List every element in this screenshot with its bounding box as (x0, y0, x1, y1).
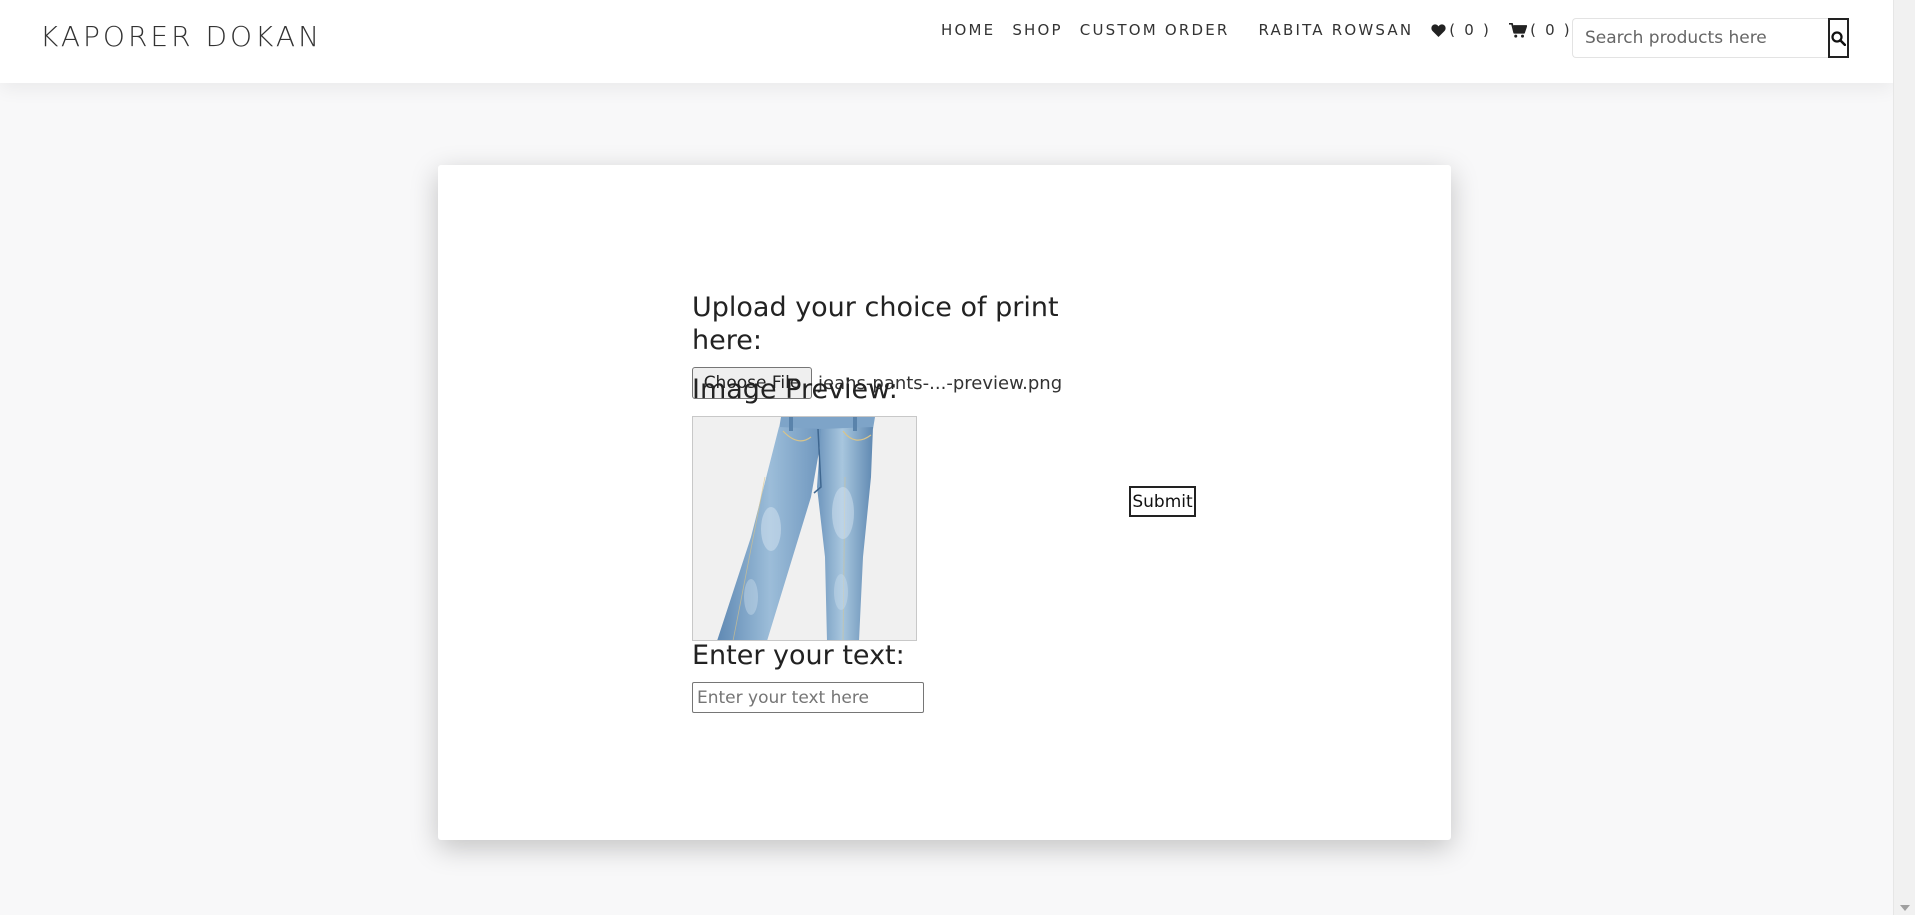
cart-icon (1509, 22, 1528, 38)
wishlist-count: ( 0 ) (1449, 21, 1492, 39)
image-preview (692, 416, 917, 641)
search-button[interactable] (1828, 18, 1849, 58)
custom-order-card: Upload your choice of print here: Choose… (438, 165, 1451, 840)
scroll-down-arrow-icon[interactable] (1900, 905, 1910, 911)
main-nav: HOME SHOP CUSTOM ORDER RABITA ROWSAN ( 0… (941, 21, 1590, 39)
heart-icon (1431, 23, 1446, 37)
nav-shop[interactable]: SHOP (1012, 21, 1062, 39)
nav-home[interactable]: HOME (941, 21, 995, 39)
brand-logo[interactable]: KAPORER DOKAN (40, 20, 322, 53)
cart-link[interactable]: ( 0 ) (1509, 21, 1572, 39)
custom-text-input[interactable] (692, 682, 924, 713)
site-header: KAPORER DOKAN HOME SHOP CUSTOM ORDER RAB… (0, 0, 1893, 83)
search-input[interactable] (1572, 18, 1828, 58)
wishlist-link[interactable]: ( 0 ) (1431, 21, 1491, 39)
page-scrollbar[interactable] (1893, 0, 1915, 915)
search-icon (1831, 30, 1846, 46)
nav-user[interactable]: RABITA ROWSAN (1259, 21, 1414, 39)
cart-count: ( 0 ) (1530, 21, 1572, 39)
text-heading: Enter your text: (692, 640, 905, 671)
search-bar (1572, 18, 1849, 58)
preview-heading: Image Preview: (692, 374, 898, 405)
upload-heading: Upload your choice of print here: (692, 292, 1059, 356)
submit-button[interactable]: Submit (1129, 486, 1196, 517)
jeans-image (693, 417, 916, 640)
nav-custom-order[interactable]: CUSTOM ORDER (1080, 21, 1230, 39)
